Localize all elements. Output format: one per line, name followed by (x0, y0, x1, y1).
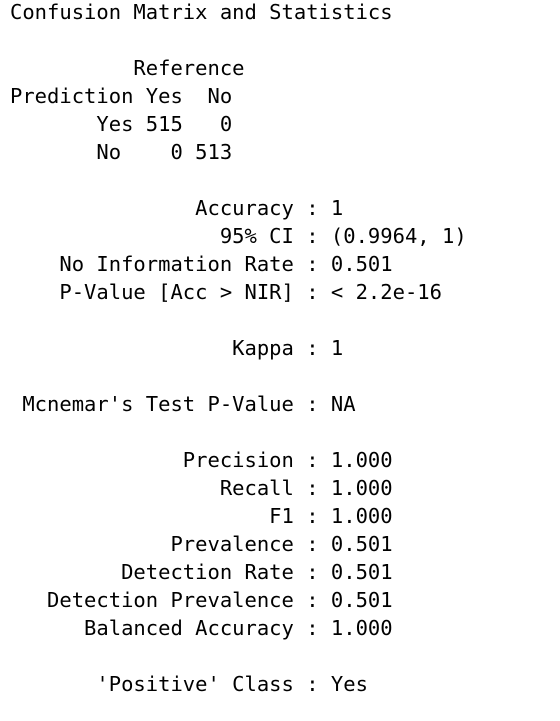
console-output: Confusion Matrix and Statistics Referenc… (0, 0, 560, 698)
matrix-prediction-header: Prediction Yes No (10, 84, 233, 108)
stat-prevalence: Prevalence : 0.501 (10, 532, 393, 556)
stat-accuracy: Accuracy : 1 (10, 196, 344, 220)
matrix-row-no: No 0 513 (10, 140, 233, 164)
matrix-reference-header: Reference (10, 56, 245, 80)
stat-balanced-accuracy: Balanced Accuracy : 1.000 (10, 616, 393, 640)
output-title: Confusion Matrix and Statistics (10, 0, 393, 24)
stat-positive-class: 'Positive' Class : Yes (10, 672, 368, 696)
stat-detection-prevalence: Detection Prevalence : 0.501 (10, 588, 393, 612)
stat-detection-rate: Detection Rate : 0.501 (10, 560, 393, 584)
stat-mcnemar-p-value: Mcnemar's Test P-Value : NA (10, 392, 356, 416)
stat-p-value-acc-nir: P-Value [Acc > NIR] : < 2.2e-16 (10, 280, 442, 304)
matrix-row-yes: Yes 515 0 (10, 112, 233, 136)
stat-no-information-rate: No Information Rate : 0.501 (10, 252, 393, 276)
stat-precision: Precision : 1.000 (10, 448, 393, 472)
stat-recall: Recall : 1.000 (10, 476, 393, 500)
stat-kappa: Kappa : 1 (10, 336, 344, 360)
stat-95-ci: 95% CI : (0.9964, 1) (10, 224, 467, 248)
stat-f1: F1 : 1.000 (10, 504, 393, 528)
